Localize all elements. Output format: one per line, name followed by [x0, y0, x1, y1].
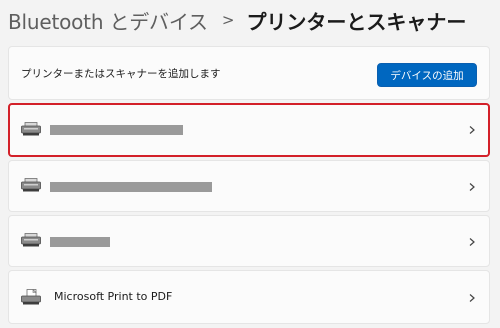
printer-item-2[interactable] [8, 160, 490, 212]
printer-icon [21, 233, 41, 247]
page-title: プリンターとスキャナー [246, 9, 467, 34]
pdf-printer-icon [21, 289, 41, 305]
breadcrumb: Bluetooth とデバイス > プリンターとスキャナー [8, 6, 466, 34]
printer-icon [21, 178, 41, 192]
redacted-printer-name [50, 237, 110, 247]
chevron-right-icon [469, 126, 475, 134]
add-device-card: プリンターまたはスキャナーを追加します デバイスの追加 [8, 46, 490, 100]
chevron-right-icon [469, 294, 475, 302]
printer-icon [21, 122, 41, 136]
printer-item-1[interactable] [8, 103, 490, 157]
printer-item-3[interactable] [8, 215, 490, 267]
breadcrumb-separator: > [221, 11, 235, 29]
breadcrumb-parent[interactable]: Bluetooth とデバイス [8, 6, 208, 35]
add-device-button[interactable]: デバイスの追加 [377, 63, 477, 87]
redacted-printer-name [50, 182, 212, 192]
printer-name: Microsoft Print to PDF [54, 290, 173, 303]
add-device-label: プリンターまたはスキャナーを追加します [21, 68, 221, 80]
chevron-right-icon [469, 238, 475, 246]
redacted-printer-name [50, 125, 183, 135]
chevron-right-icon [469, 183, 475, 191]
printer-item-4[interactable]: Microsoft Print to PDF [8, 270, 490, 324]
